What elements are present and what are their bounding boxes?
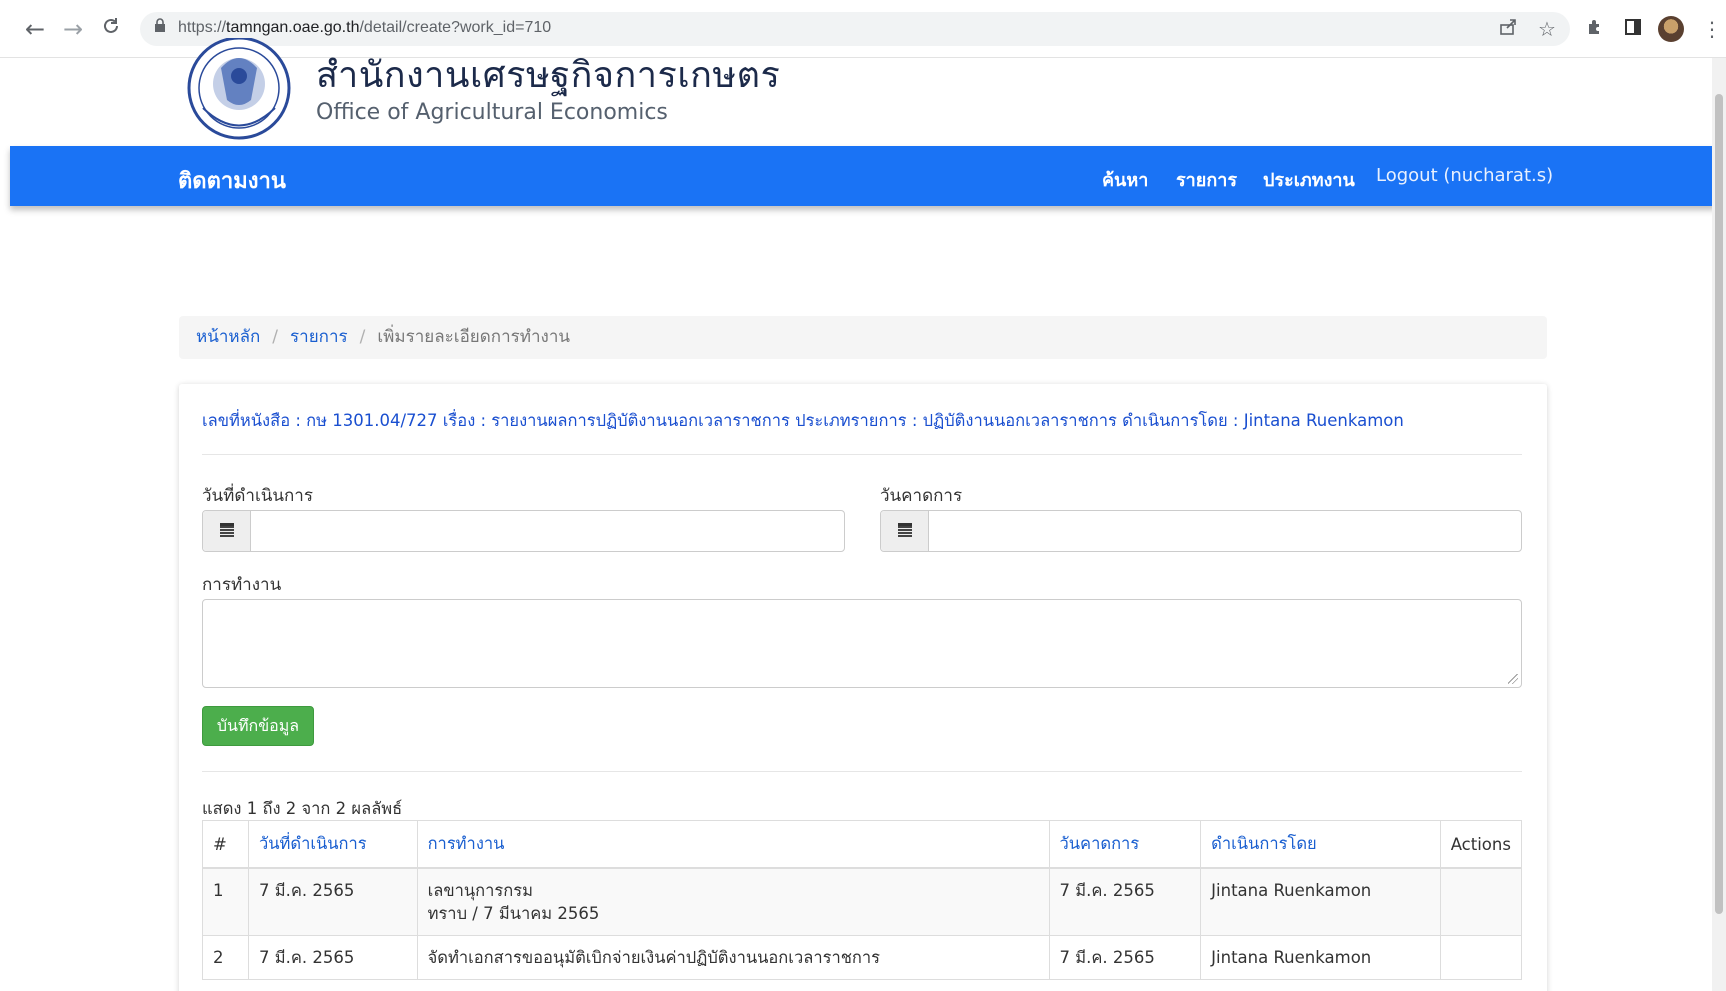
date-label: วันที่ดำเนินการ xyxy=(202,486,313,506)
url-text: https://tamngan.oae.go.th/detail/create?… xyxy=(178,19,551,37)
calendar-icon[interactable] xyxy=(203,511,251,551)
main-navbar: ติดตามงาน ค้นหา รายการ ประเภทงาน Logout … xyxy=(10,146,1716,206)
table-row: 2 7 มี.ค. 2565 จัดทำเอกสารขออนุมัติเบิกจ… xyxy=(202,935,1523,980)
site-subtitle-english: Office of Agricultural Economics xyxy=(316,100,668,125)
work-label: การทำงาน xyxy=(202,575,282,595)
extensions-icon[interactable] xyxy=(1583,17,1607,41)
table-header-row: # วันที่ดำเนินการ การทำงาน วันคาดการ ดำเ… xyxy=(202,820,1523,869)
due-date-label: วันคาดการ xyxy=(880,486,963,506)
cell-work: เลขานุการกรมทราบ / 7 มีนาคม 2565 xyxy=(416,867,1050,936)
column-header-by[interactable]: ดำเนินการโดย xyxy=(1200,820,1441,869)
table-row: 1 7 มี.ค. 2565 เลขานุการกรมทราบ / 7 มีนา… xyxy=(202,867,1523,936)
cell-date: 7 มี.ค. 2565 xyxy=(247,867,418,936)
document-info-line: เลขที่หนังสือ : กษ 1301.04/727 เรื่อง : … xyxy=(202,411,1404,430)
cell-date: 7 มี.ค. 2565 xyxy=(247,935,418,980)
work-textarea[interactable] xyxy=(202,599,1522,688)
bookmark-star-icon[interactable]: ☆ xyxy=(1535,17,1559,41)
column-header-number: # xyxy=(202,820,249,869)
cell-by: Jintana Ruenkamon xyxy=(1200,935,1441,980)
breadcrumb-current: เพิ่มรายละเอียดการทำงาน xyxy=(377,327,570,347)
forward-arrow-icon[interactable]: → xyxy=(60,16,86,42)
divider xyxy=(202,454,1522,455)
breadcrumb-home[interactable]: หน้าหลัก xyxy=(196,327,260,347)
column-header-date[interactable]: วันที่ดำเนินการ xyxy=(247,820,418,869)
divider xyxy=(202,771,1522,772)
cell-work-line: จัดทำเอกสารขออนุมัติเบิกจ่ายเงินค่าปฏิบั… xyxy=(427,948,881,967)
cell-number: 1 xyxy=(202,867,249,936)
nav-work-type[interactable]: ประเภทงาน xyxy=(1263,165,1355,194)
cell-work: จัดทำเอกสารขออนุมัติเบิกจ่ายเงินค่าปฏิบั… xyxy=(416,935,1050,980)
cell-work-line: เลขานุการกรม xyxy=(427,881,533,900)
due-date-input-group[interactable] xyxy=(880,510,1522,552)
save-button[interactable]: บันทึกข้อมูล xyxy=(202,706,314,746)
nav-logout[interactable]: Logout (nucharat.s) xyxy=(1376,165,1553,186)
cell-actions xyxy=(1439,935,1523,980)
profile-avatar[interactable] xyxy=(1658,16,1684,42)
cell-work-line: ทราบ / 7 มีนาคม 2565 xyxy=(427,904,600,923)
cell-by: Jintana Ruenkamon xyxy=(1200,867,1441,936)
calendar-icon[interactable] xyxy=(881,511,929,551)
scrollbar-thumb[interactable] xyxy=(1715,94,1723,914)
menu-dots-icon[interactable]: ⋮ xyxy=(1700,17,1724,41)
nav-search[interactable]: ค้นหา xyxy=(1102,165,1148,194)
lock-icon xyxy=(154,18,166,36)
site-title-thai: สำนักงานเศรษฐกิจการเกษตร xyxy=(316,55,781,96)
cell-due-date: 7 มี.ค. 2565 xyxy=(1048,935,1202,980)
nav-list[interactable]: รายการ xyxy=(1176,165,1237,194)
date-input-group[interactable] xyxy=(202,510,845,552)
breadcrumb: หน้าหลัก / รายการ / เพิ่มรายละเอียดการทำงาน xyxy=(179,316,1547,359)
url-host: tamngan.oae.go.th xyxy=(226,19,360,36)
work-log-table: # วันที่ดำเนินการ การทำงาน วันคาดการ ดำเ… xyxy=(202,820,1523,980)
detail-panel: เลขที่หนังสือ : กษ 1301.04/727 เรื่อง : … xyxy=(179,384,1547,991)
url-path: /detail/create?work_id=710 xyxy=(359,19,552,36)
date-input[interactable] xyxy=(252,511,842,551)
url-prefix: https:// xyxy=(178,19,227,36)
navbar-brand[interactable]: ติดตามงาน xyxy=(178,163,286,198)
reload-icon[interactable] xyxy=(98,16,124,42)
breadcrumb-list[interactable]: รายการ xyxy=(290,327,348,347)
cell-number: 2 xyxy=(202,935,249,980)
share-icon[interactable] xyxy=(1496,17,1520,41)
cell-actions xyxy=(1439,867,1523,936)
cell-due-date: 7 มี.ค. 2565 xyxy=(1048,867,1202,936)
breadcrumb-separator: / xyxy=(359,327,366,347)
column-header-work[interactable]: การทำงาน xyxy=(416,820,1050,869)
column-header-actions: Actions xyxy=(1439,820,1523,869)
page-scrollbar[interactable] xyxy=(1712,58,1726,991)
back-arrow-icon[interactable]: ← xyxy=(22,16,48,42)
side-panel-icon[interactable] xyxy=(1621,17,1645,41)
oae-logo xyxy=(181,36,297,146)
column-header-due-date[interactable]: วันคาดการ xyxy=(1048,820,1202,869)
due-date-input[interactable] xyxy=(930,511,1519,551)
breadcrumb-separator: / xyxy=(272,327,279,347)
resize-grip-icon[interactable] xyxy=(1508,674,1518,684)
results-summary: แสดง 1 ถึง 2 จาก 2 ผลลัพธ์ xyxy=(202,799,403,818)
reload-svg xyxy=(104,18,118,33)
